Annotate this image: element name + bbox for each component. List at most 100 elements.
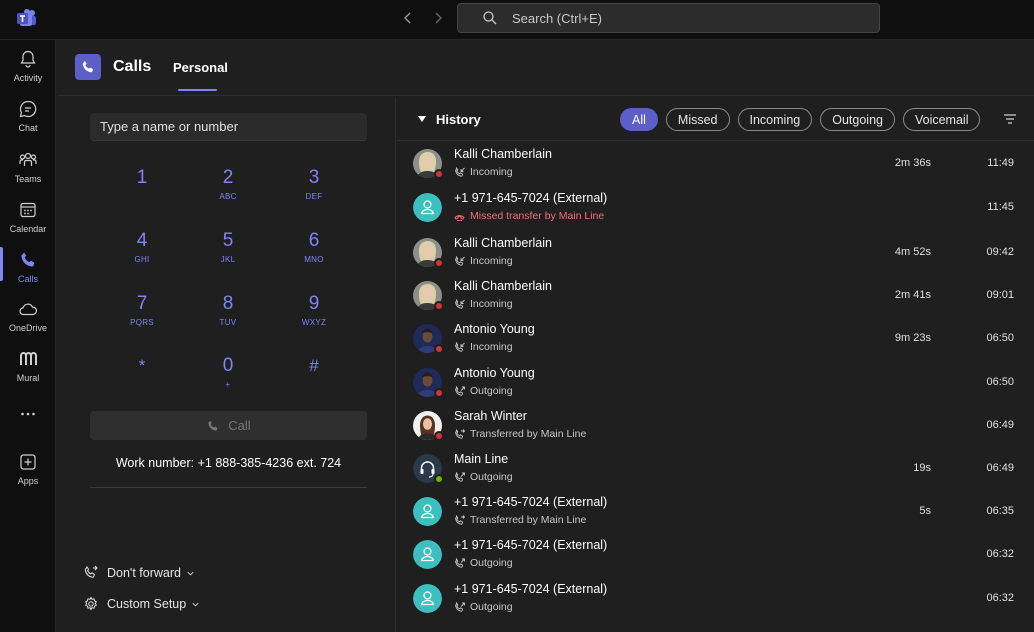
work-number: Work number: +1 888-385-4236 ext. 724 [115,456,342,470]
chevron-down-icon [192,602,199,607]
rail-item-calls[interactable]: Calls [0,243,56,291]
incoming-call-icon [455,255,465,266]
chevron-down-icon [187,571,194,576]
avatar [413,281,444,311]
custom-setup-dropdown[interactable]: Custom Setup [83,596,200,612]
call-type-label: Outgoing [470,471,513,483]
page-title: Calls [113,58,152,75]
history-row[interactable]: Antonio Young Incoming 9m 23s 06:50 [397,317,1034,360]
cloud-icon [19,303,38,316]
dial-key-digit: 8 [222,293,234,314]
incoming-call-icon [455,341,465,352]
dial-key[interactable]: 2 ABC [198,167,258,217]
call-button[interactable]: Call [90,411,367,440]
call-duration: 5s [919,505,931,517]
rail-item-teams[interactable]: Teams [0,143,56,191]
dial-key-digit: 4 [136,230,148,251]
filter-pill-all[interactable]: All [620,108,658,131]
dial-key-letters: DEF [305,192,323,201]
history-panel: History All Missed Incoming Outgoing Voicema… [397,97,1034,632]
contact-name: +1 971-645-7024 (External) [454,538,608,552]
forward-arrow-icon[interactable] [430,8,446,28]
call-duration: 19s [913,462,931,474]
dial-key-letters: PQRS [130,318,154,327]
dial-key[interactable]: # [284,355,344,405]
dial-key-letters: TUV [219,318,237,327]
forward-dropdown[interactable]: Don't forward [83,565,195,581]
history-row[interactable]: Sarah Winter Transferred by Main Line 06:4… [397,404,1034,447]
history-row[interactable]: Kalli Chamberlain Incoming 2m 36s 11:49 [397,142,1034,185]
call-type-label: Incoming [470,255,513,267]
call-type-label: Outgoing [470,557,513,569]
app-rail: Activity Chat Teams Calendar Calls OneDr… [0,40,56,632]
search-input[interactable]: Search (Ctrl+E) [457,3,880,33]
rail-item-apps[interactable]: Apps [0,445,56,493]
call-type: Incoming [454,255,513,267]
search-placeholder: Search (Ctrl+E) [512,10,602,26]
rail-item-mural[interactable]: Mural [0,342,56,390]
dial-key[interactable]: 0 + [198,355,258,405]
history-row[interactable]: +1 971-645-7024 (External) Transferred by… [397,490,1034,533]
call-duration: 2m 41s [894,289,931,301]
dial-number-input[interactable] [90,113,367,141]
history-row[interactable]: +1 971-645-7024 (External) Outgoing 06:32 [397,533,1034,576]
back-arrow-icon[interactable] [400,8,416,28]
avatar [413,540,442,569]
dial-key[interactable]: 7 PQRS [112,293,172,343]
rail-item-chat[interactable]: Chat [0,92,56,140]
title-bar: Search (Ctrl+E) [0,0,1034,40]
presence-badge [434,301,444,311]
filter-pill-outgoing[interactable]: Outgoing [820,108,895,131]
avatar [413,193,442,222]
phone-icon [21,252,35,267]
caret-down-icon[interactable] [418,116,426,122]
filter-pill-incoming[interactable]: Incoming [737,108,813,131]
call-type-label: Transferred by Main Line [470,514,587,526]
teams-logo-icon[interactable] [17,8,37,28]
missed-call-icon [454,214,465,221]
filter-pill-missed[interactable]: Missed [665,108,730,131]
chat-icon [19,100,37,118]
filter-icon[interactable] [1003,112,1017,126]
rail-item-onedrive[interactable]: OneDrive [0,292,56,340]
rail-item-calendar[interactable]: Calendar [0,193,56,241]
dial-key-digit: 3 [308,167,320,188]
call-type-label: Incoming [470,341,513,353]
history-row[interactable]: Antonio Young Outgoing 06:50 [397,361,1034,404]
call-time: 06:32 [986,548,1014,560]
contact-name: Antonio Young [454,322,535,336]
call-type: Incoming [454,341,513,353]
call-type-label: Incoming [470,166,513,178]
call-time: 09:42 [986,246,1014,258]
tab-personal[interactable]: Personal [173,60,228,75]
outgoing-call-icon [455,557,465,568]
page-header: Calls Personal [57,40,1034,96]
dial-key-letters: GHI [134,255,150,264]
dial-key[interactable]: * [112,355,172,405]
history-row[interactable]: Main Line Outgoing 19s 06:49 [397,447,1034,490]
dial-key[interactable]: 6 MNO [284,230,344,280]
dial-key[interactable]: 3 DEF [284,167,344,217]
dial-key[interactable]: 5 JKL [198,230,258,280]
history-row[interactable]: +1 971-645-7024 (External) Missed transfe… [397,186,1034,229]
rail-item-activity[interactable]: Activity [0,42,56,90]
history-row[interactable]: +1 971-645-7024 (External) Outgoing 06:32 [397,577,1034,620]
call-time: 06:49 [986,419,1014,431]
history-row[interactable]: Kalli Chamberlain Incoming 2m 41s 09:01 [397,274,1034,317]
contact-name: +1 971-645-7024 (External) [454,495,608,509]
dial-key-letters: WXYZ [301,318,327,327]
rail-label: Teams [14,174,42,184]
filter-pill-voicemail[interactable]: Voicemail [902,108,981,131]
dial-key[interactable]: 8 TUV [198,293,258,343]
call-type: Missed transfer by Main Line [454,210,604,222]
dial-key[interactable]: 9 WXYZ [284,293,344,343]
custom-setup-label: Custom Setup [107,597,187,611]
history-row[interactable]: Kalli Chamberlain Incoming 4m 52s 09:42 [397,231,1034,274]
presence-badge [434,388,444,398]
avatar [413,324,444,354]
more-apps-button[interactable] [0,392,56,440]
dial-key[interactable]: 1 [112,167,172,217]
call-duration: 2m 36s [894,157,931,169]
dial-key[interactable]: 4 GHI [112,230,172,280]
contact-name: Antonio Young [454,366,535,380]
